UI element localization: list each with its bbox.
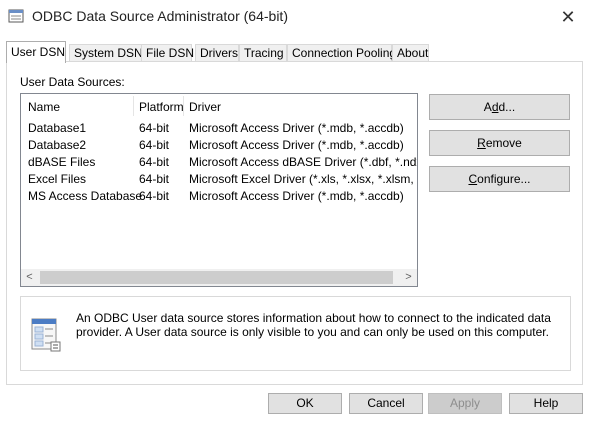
row-driver: Microsoft Access Driver (*.mdb, *.accdb) [189,121,404,135]
row-platform: 64-bit [139,189,170,203]
add-button-label-part: A [483,100,492,114]
table-row[interactable]: MS Access Database 64-bit Microsoft Acce… [21,188,417,205]
add-button[interactable]: Add... [429,94,570,120]
column-header-name[interactable]: Name [28,100,60,114]
data-sources-list[interactable]: Name Platform Driver Database1 64-bit Mi… [20,93,418,287]
title-bar: ODBC Data Source Administrator (64-bit) … [0,0,591,34]
user-data-sources-label: User Data Sources: [20,75,125,89]
row-driver: Microsoft Excel Driver (*.xls, *.xlsx, *… [189,172,417,186]
user-dsn-panel: User Data Sources: Name Platform Driver … [6,61,583,385]
close-icon[interactable]: ✕ [553,5,583,29]
data-source-icon [31,318,61,352]
apply-button[interactable]: Apply [428,393,502,414]
tab-user-dsn[interactable]: User DSN [6,41,66,63]
column-header-driver[interactable]: Driver [189,100,221,114]
ok-button[interactable]: OK [268,393,342,414]
column-divider[interactable] [183,96,184,116]
add-button-mnemonic: d [491,100,499,114]
remove-button-label-part: emove [485,136,522,150]
configure-button-label-part: onfigure... [477,172,531,186]
configure-button[interactable]: Configure... [429,166,570,192]
row-name: Database2 [28,138,87,152]
column-header-platform[interactable]: Platform [139,100,184,114]
window-title: ODBC Data Source Administrator (64-bit) [32,8,288,24]
scroll-right-arrow-icon[interactable]: > [400,269,417,286]
cancel-button[interactable]: Cancel [349,393,423,414]
row-platform: 64-bit [139,155,170,169]
horizontal-scrollbar[interactable]: < > [21,269,417,286]
table-row[interactable]: dBASE Files 64-bit Microsoft Access dBAS… [21,154,417,171]
remove-button-mnemonic: R [477,136,486,150]
scroll-thumb[interactable] [40,271,393,284]
row-platform: 64-bit [139,172,170,186]
table-row[interactable]: Excel Files 64-bit Microsoft Excel Drive… [21,171,417,188]
row-platform: 64-bit [139,121,170,135]
row-name: Excel Files [28,172,87,186]
row-driver: Microsoft Access dBASE Driver (*.dbf, *.… [189,155,417,169]
table-row[interactable]: Database1 64-bit Microsoft Access Driver… [21,120,417,137]
list-header: Name Platform Driver [21,94,417,118]
table-row[interactable]: Database2 64-bit Microsoft Access Driver… [21,137,417,154]
column-divider[interactable] [133,96,134,116]
scroll-left-arrow-icon[interactable]: < [21,269,38,286]
row-name: Database1 [28,121,87,135]
row-driver: Microsoft Access Driver (*.mdb, *.accdb) [189,189,404,203]
row-name: dBASE Files [28,155,96,169]
configure-button-mnemonic: C [468,172,478,186]
row-driver: Microsoft Access Driver (*.mdb, *.accdb) [189,138,404,152]
help-button[interactable]: Help [509,393,583,414]
odbc-app-icon [8,9,24,23]
remove-button[interactable]: Remove [429,130,570,156]
row-name: MS Access Database [28,189,143,203]
info-box: An ODBC User data source stores informat… [20,296,571,371]
info-text: An ODBC User data source stores informat… [76,311,551,339]
row-platform: 64-bit [139,138,170,152]
add-button-label-part: d... [498,100,516,114]
